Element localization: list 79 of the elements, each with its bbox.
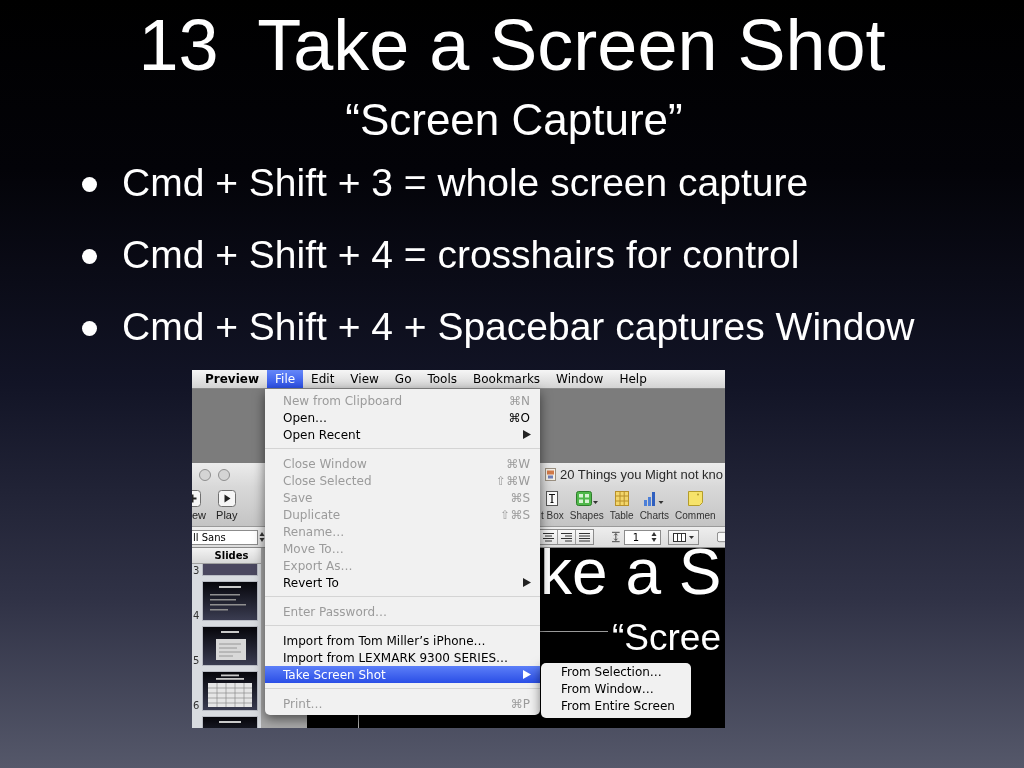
submenu-arrow-icon <box>523 578 531 587</box>
slide-number: 5 <box>193 655 200 666</box>
keyboard-shortcut: ⇧⌘W <box>496 473 531 488</box>
menu-item[interactable]: From Window… <box>541 681 691 698</box>
shapes-icon <box>575 491 598 506</box>
slide-number: 3 <box>193 565 200 576</box>
bar-chart-icon <box>643 491 666 506</box>
toolbar-button[interactable]: Commen <box>675 486 716 526</box>
menu-bar-item[interactable]: Help <box>611 370 655 388</box>
submenu-arrow-icon <box>523 430 531 439</box>
text-box-icon <box>546 491 559 506</box>
slide-number: 4 <box>193 610 200 621</box>
canvas-subtitle-text: “Scree <box>612 619 721 657</box>
bullet-text: Cmd + Shift + 4 = crosshairs for control <box>122 232 800 278</box>
toolbar-button[interactable]: Play <box>216 486 238 526</box>
menu-item[interactable]: Open… ⌘O <box>265 409 540 426</box>
menu-bar-item[interactable]: Edit <box>303 370 343 388</box>
bullet-text: Cmd + Shift + 3 = whole screen capture <box>122 160 809 206</box>
menu-bar-item[interactable]: Tools <box>419 370 466 388</box>
slide-subtitle: “Screen Capture” <box>344 95 684 145</box>
slide-thumbnail-drawing[interactable] <box>202 564 258 576</box>
toolbar-button[interactable]: ew <box>192 486 207 526</box>
alignment-guide <box>540 631 608 632</box>
columns-icon <box>673 532 687 542</box>
menu-item[interactable]: Import from LEXMARK 9300 SERIES… <box>265 649 540 666</box>
caret-icon <box>689 535 695 539</box>
menu-bar-item[interactable]: Bookmarks <box>465 370 549 388</box>
submenu-arrow-icon <box>523 670 531 679</box>
keyboard-shortcut: ⌘W <box>506 456 531 471</box>
menu-item[interactable]: From Entire Screen <box>541 698 691 715</box>
justify-button[interactable] <box>575 530 593 544</box>
keyboard-shortcut: ⌘S <box>510 490 531 505</box>
bullet-icon <box>82 176 97 192</box>
plus-icon <box>192 490 201 507</box>
line-spacing-field[interactable]: 1 <box>623 529 662 545</box>
toolbar-button[interactable]: Charts <box>639 486 670 526</box>
stepper-icon[interactable] <box>651 531 658 543</box>
keyboard-shortcut: ⌘N <box>509 393 531 408</box>
menu-item[interactable]: Take Screen Shot <box>265 666 540 683</box>
slide-title: 13 Take a Screen Shot <box>137 4 887 87</box>
menu-bar-item[interactable]: Go <box>386 370 420 388</box>
columns-dropdown[interactable] <box>668 529 700 545</box>
toolbar-button[interactable]: t Box <box>541 486 564 526</box>
font-field[interactable]: ll Sans <box>192 529 258 545</box>
toolbar-button[interactable]: Shapes <box>569 486 604 526</box>
menu-item[interactable]: Open Recent <box>265 426 540 443</box>
keyboard-shortcut: ⌘O <box>508 410 531 425</box>
comment-icon <box>687 491 703 506</box>
menu-bar-item[interactable]: Window <box>548 370 612 388</box>
window-title: 20 Things you Might not kno <box>560 467 724 482</box>
slide-thumbnail-drawing[interactable] <box>202 626 258 666</box>
justify-icon <box>579 532 590 542</box>
bullet-icon <box>82 248 97 264</box>
play-icon <box>217 490 236 507</box>
slide-thumbnail-drawing[interactable] <box>202 716 258 728</box>
sidebar-header: Slides <box>192 548 261 564</box>
slide-number: 6 <box>193 700 200 711</box>
table-icon <box>614 491 629 506</box>
line-spacing-icon <box>612 531 620 543</box>
align-center-button[interactable] <box>540 530 557 544</box>
align-right-icon <box>561 532 572 542</box>
menu-item[interactable]: From Selection… <box>541 664 691 681</box>
keyboard-shortcut: ⌘P <box>510 696 531 711</box>
bullet-icon <box>82 320 97 336</box>
menu-item[interactable]: Revert To <box>265 574 540 591</box>
align-right-button[interactable] <box>557 530 575 544</box>
alignment-guide <box>358 715 359 728</box>
slide-thumbnail-drawing[interactable] <box>202 671 258 711</box>
menu-bar-item[interactable]: Preview <box>197 370 267 388</box>
menu-bar-item[interactable]: File <box>267 370 304 388</box>
align-center-icon <box>543 532 554 542</box>
checkbox-icon[interactable] <box>717 531 725 543</box>
menu-bar-item[interactable]: View <box>342 370 387 388</box>
menu-item[interactable]: Import from Tom Miller’s iPhone… <box>265 632 540 649</box>
slide-thumbnail-drawing[interactable] <box>202 581 258 621</box>
bullet-text: Cmd + Shift + 4 + Spacebar captures Window <box>122 304 915 350</box>
toolbar-button[interactable]: Table <box>609 486 634 526</box>
keyboard-shortcut: ⇧⌘S <box>500 507 531 522</box>
document-icon <box>545 468 556 481</box>
